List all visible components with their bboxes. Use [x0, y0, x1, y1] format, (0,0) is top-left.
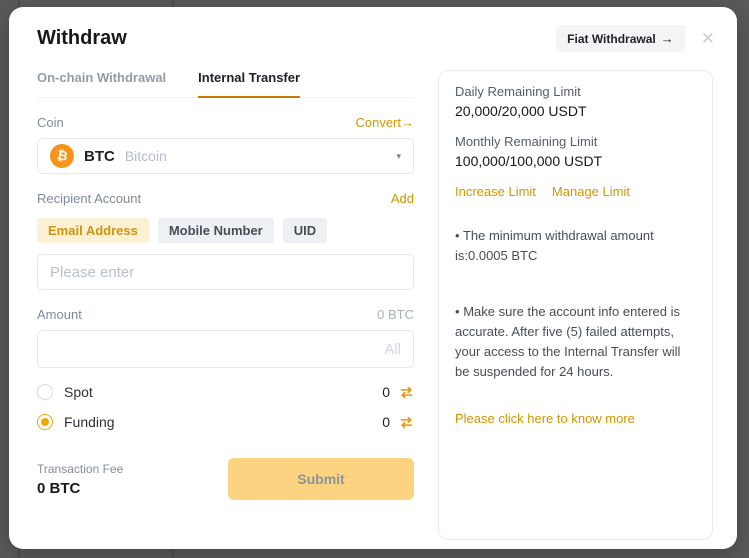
arrow-right-icon: → — [401, 115, 414, 130]
spot-radio-option[interactable]: Spot — [37, 384, 93, 400]
daily-limit-value: 20,000/20,000 USDT — [455, 103, 696, 119]
recipient-type-chips: Email Address Mobile Number UID — [37, 218, 414, 243]
submit-button[interactable]: Submit — [228, 458, 414, 500]
chevron-down-icon: ▾ — [396, 151, 401, 162]
bullet-icon: • — [455, 304, 460, 319]
spot-label: Spot — [64, 384, 93, 400]
coin-name: Bitcoin — [125, 148, 167, 164]
amount-input[interactable] — [37, 330, 414, 368]
fiat-withdrawal-label: Fiat Withdrawal — [567, 32, 656, 46]
tab-internal-transfer[interactable]: Internal Transfer — [198, 70, 300, 97]
transfer-icon[interactable] — [399, 415, 414, 430]
transaction-fee-label: Transaction Fee — [37, 462, 123, 476]
transfer-icon[interactable] — [399, 385, 414, 400]
know-more-link[interactable]: Please click here to know more — [455, 411, 635, 426]
chip-uid[interactable]: UID — [283, 218, 327, 243]
bullet-icon: • — [455, 228, 460, 243]
chip-email-address[interactable]: Email Address — [37, 218, 149, 243]
convert-link-label: Convert — [355, 115, 401, 130]
bitcoin-icon: ₿ — [50, 144, 74, 168]
chip-mobile-number[interactable]: Mobile Number — [158, 218, 274, 243]
wallet-row-funding: Funding 0 — [37, 411, 414, 433]
add-recipient-link[interactable]: Add — [391, 191, 414, 206]
spot-balance-group: 0 — [382, 384, 414, 400]
monthly-limit-value: 100,000/100,000 USDT — [455, 153, 696, 169]
funding-balance-group: 0 — [382, 414, 414, 430]
wallet-row-spot: Spot 0 — [37, 381, 414, 403]
note-account-accuracy: • Make sure the account info entered is … — [455, 302, 696, 382]
recipient-input[interactable] — [37, 254, 414, 290]
recipient-account-label: Recipient Account — [37, 191, 141, 206]
spot-balance: 0 — [382, 384, 390, 400]
limits-info-panel: Daily Remaining Limit 20,000/20,000 USDT… — [438, 70, 713, 540]
coin-select[interactable]: ₿ BTC Bitcoin ▾ — [37, 138, 414, 174]
header-actions: Fiat Withdrawal → ✕ — [556, 25, 715, 52]
coin-symbol: BTC — [84, 148, 115, 165]
form-footer: Transaction Fee 0 BTC Submit — [37, 458, 414, 500]
funding-label: Funding — [64, 414, 115, 430]
transaction-fee-block: Transaction Fee 0 BTC — [37, 462, 123, 497]
close-icon[interactable]: ✕ — [701, 30, 715, 47]
monthly-limit-label: Monthly Remaining Limit — [455, 134, 696, 149]
radio-selected-icon[interactable] — [37, 414, 53, 430]
fiat-withdrawal-button[interactable]: Fiat Withdrawal → — [556, 25, 685, 52]
dialog-header: Withdraw Fiat Withdrawal → ✕ — [37, 25, 715, 52]
withdraw-dialog: Withdraw Fiat Withdrawal → ✕ On-chain Wi… — [9, 7, 737, 549]
manage-limit-link[interactable]: Manage Limit — [552, 184, 630, 199]
daily-limit-label: Daily Remaining Limit — [455, 84, 696, 99]
funding-radio-option[interactable]: Funding — [37, 414, 115, 430]
coin-label: Coin — [37, 115, 64, 130]
funding-balance: 0 — [382, 414, 390, 430]
coin-label-row: Coin Convert→ — [37, 115, 414, 130]
limit-links: Increase Limit Manage Limit — [455, 184, 696, 199]
increase-limit-link[interactable]: Increase Limit — [455, 184, 536, 199]
transaction-fee-value: 0 BTC — [37, 480, 123, 497]
screen: { "header": { "title": "Withdraw", "fiat… — [0, 0, 749, 558]
recipient-label-row: Recipient Account Add — [37, 191, 414, 206]
convert-link[interactable]: Convert→ — [355, 115, 414, 130]
amount-label: Amount — [37, 307, 82, 322]
tab-bar: On-chain Withdrawal Internal Transfer — [37, 70, 414, 98]
wallet-selection: Spot 0 Funding 0 — [37, 381, 414, 433]
available-balance: 0 BTC — [377, 307, 414, 322]
arrow-right-icon: → — [661, 31, 674, 46]
note-minimum-withdrawal: • The minimum withdrawal amount is:0.000… — [455, 226, 696, 266]
withdraw-form: On-chain Withdrawal Internal Transfer Co… — [37, 70, 414, 500]
tab-onchain-withdrawal[interactable]: On-chain Withdrawal — [37, 70, 166, 97]
radio-unselected-icon[interactable] — [37, 384, 53, 400]
page-title: Withdraw — [37, 27, 127, 50]
amount-label-row: Amount 0 BTC — [37, 307, 414, 322]
